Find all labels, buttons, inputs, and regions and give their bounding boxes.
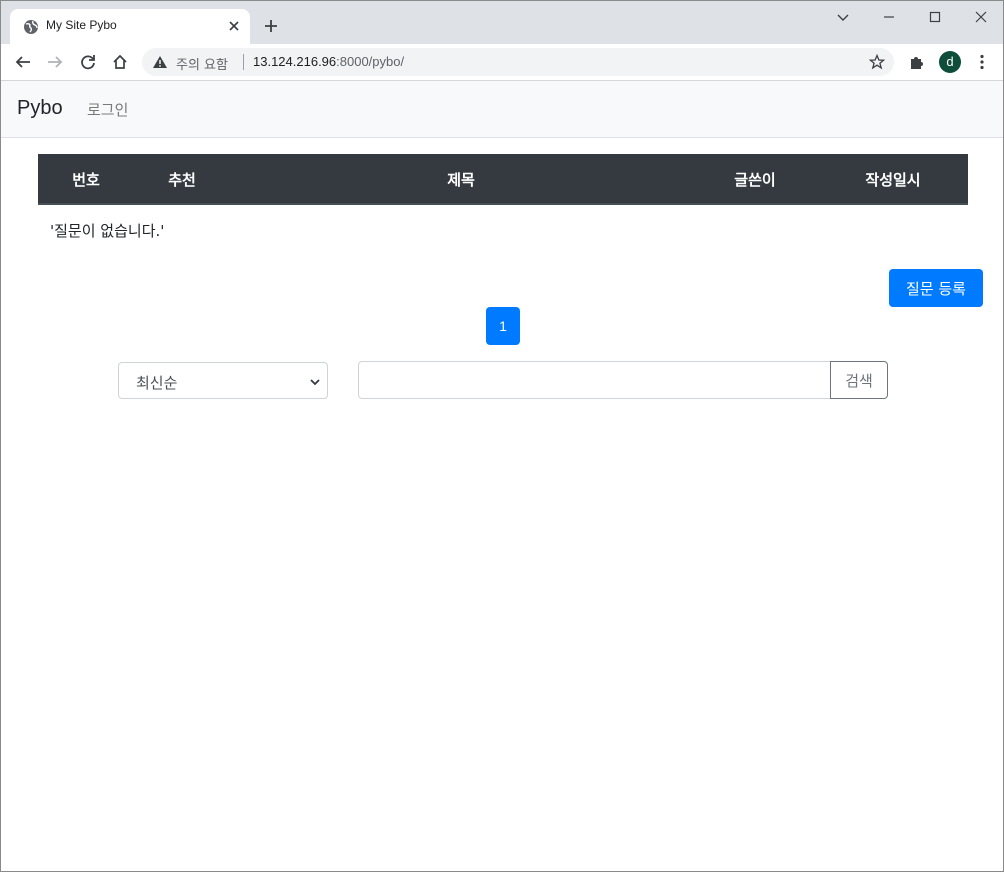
- sort-selected-value: 최신순: [136, 374, 178, 392]
- column-subject: 제목: [447, 171, 475, 189]
- minimize-icon[interactable]: [881, 9, 897, 25]
- login-link[interactable]: 로그인: [87, 99, 128, 120]
- column-number: 번호: [72, 171, 100, 189]
- url-path: :8000/pybo/: [336, 54, 405, 69]
- maximize-icon[interactable]: [927, 9, 943, 25]
- tab-search-chevron-icon[interactable]: [835, 9, 851, 25]
- close-tab-icon[interactable]: [227, 19, 241, 33]
- globe-icon: [24, 20, 38, 34]
- bookmark-star-icon[interactable]: [869, 54, 885, 70]
- menu-kebab-icon[interactable]: [973, 53, 991, 71]
- new-tab-icon[interactable]: [263, 18, 279, 34]
- browser-toolbar: 주의 요함 13.124.216.96:8000/pybo/ d: [1, 44, 1003, 81]
- address-bar[interactable]: 주의 요함 13.124.216.96:8000/pybo/: [142, 48, 894, 76]
- column-votes: 추천: [168, 171, 196, 189]
- search-button[interactable]: 검색: [830, 361, 888, 399]
- security-warning-text[interactable]: 주의 요함: [176, 54, 228, 73]
- empty-question-message: '질문이 없습니다.': [50, 222, 165, 240]
- url-host: 13.124.216.96: [253, 54, 337, 69]
- home-icon[interactable]: [111, 53, 129, 71]
- question-table-header: 번호 추천 제목 글쓴이 작성일시: [38, 154, 968, 205]
- search-input[interactable]: [358, 361, 831, 399]
- url-text[interactable]: 13.124.216.96:8000/pybo/: [253, 54, 404, 69]
- tab-strip: My Site Pybo: [1, 1, 1003, 44]
- tab-title: My Site Pybo: [46, 18, 117, 32]
- pagination-page-1[interactable]: 1: [486, 307, 520, 345]
- site-navbar: Pybo 로그인: [1, 81, 1003, 138]
- extensions-puzzle-icon[interactable]: [908, 53, 926, 71]
- register-question-button[interactable]: 질문 등록: [889, 269, 983, 307]
- forward-arrow-icon[interactable]: [46, 53, 64, 71]
- address-separator: [243, 54, 244, 70]
- profile-avatar[interactable]: d: [939, 51, 961, 73]
- reload-icon[interactable]: [79, 53, 97, 71]
- browser-window: My Site Pybo 주의 요함 13.124.216.96:8000/py…: [0, 0, 1004, 872]
- close-window-icon[interactable]: [973, 9, 989, 25]
- column-author: 글쓴이: [734, 171, 776, 189]
- sort-select[interactable]: 최신순: [118, 362, 328, 399]
- brand-link[interactable]: Pybo: [17, 97, 63, 120]
- chevron-down-icon: [310, 379, 320, 386]
- back-arrow-icon[interactable]: [14, 53, 32, 71]
- column-created-date: 작성일시: [865, 171, 921, 189]
- browser-tab[interactable]: My Site Pybo: [10, 9, 250, 44]
- warning-triangle-icon[interactable]: [152, 54, 168, 70]
